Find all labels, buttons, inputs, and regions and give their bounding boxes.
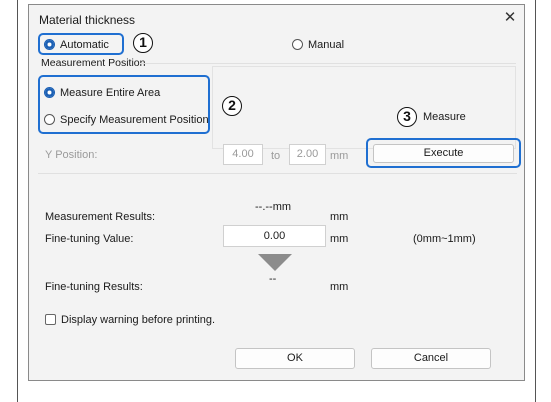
page-edge-left xyxy=(17,0,18,402)
finetuning-range: (0mm~1mm) xyxy=(413,233,476,245)
automatic-label[interactable]: Automatic xyxy=(60,39,109,51)
execute-button[interactable]: Execute xyxy=(373,144,514,163)
page-edge-right xyxy=(535,0,536,402)
display-warning-label[interactable]: Display warning before printing. xyxy=(61,314,215,326)
finetuning-value-label: Fine-tuning Value: xyxy=(45,233,134,245)
display-warning-checkbox[interactable] xyxy=(45,314,56,325)
y-position-label: Y Position: xyxy=(45,149,98,161)
measurement-position-group-label: Measurement Position xyxy=(41,57,146,69)
down-arrow-icon xyxy=(258,254,292,271)
dialog-title: Material thickness xyxy=(39,13,136,27)
measure-entire-area-radio[interactable] xyxy=(44,87,55,98)
material-thickness-dialog: Material thickness ✕ Automatic 1 Manual … xyxy=(28,4,525,381)
ok-button[interactable]: OK xyxy=(235,348,355,369)
automatic-radio[interactable] xyxy=(44,39,55,50)
y-position-unit: mm xyxy=(330,150,349,162)
specify-position-label[interactable]: Specify Measurement Position xyxy=(60,114,209,126)
callout-number-2: 2 xyxy=(222,96,242,116)
y-position-to-label: to xyxy=(271,150,281,162)
measure-entire-area-label[interactable]: Measure Entire Area xyxy=(60,87,160,99)
y-position-from-input[interactable]: 4.00 xyxy=(223,144,263,165)
manual-label[interactable]: Manual xyxy=(308,39,344,51)
finetuning-value-input[interactable]: 0.00 xyxy=(223,225,326,247)
callout-number-1: 1 xyxy=(133,33,153,53)
measurement-results-value: --.--mm xyxy=(255,201,292,213)
cancel-button[interactable]: Cancel xyxy=(371,348,491,369)
specify-position-radio[interactable] xyxy=(44,114,55,125)
measure-label: Measure xyxy=(423,111,466,123)
close-icon[interactable]: ✕ xyxy=(500,8,520,28)
group-divider xyxy=(139,63,516,64)
finetuning-value-unit: mm xyxy=(330,233,349,245)
callout-number-3: 3 xyxy=(397,107,417,127)
manual-radio[interactable] xyxy=(292,39,303,50)
y-position-to-input[interactable]: 2.00 xyxy=(289,144,326,165)
measurement-results-unit: mm xyxy=(330,211,349,223)
finetuning-results-unit: mm xyxy=(330,281,349,293)
finetuning-results-label: Fine-tuning Results: xyxy=(45,281,143,293)
section-divider xyxy=(38,173,517,174)
measurement-results-label: Measurement Results: xyxy=(45,211,156,223)
measurement-panel xyxy=(212,66,516,149)
finetuning-results-value: -- xyxy=(269,273,277,285)
